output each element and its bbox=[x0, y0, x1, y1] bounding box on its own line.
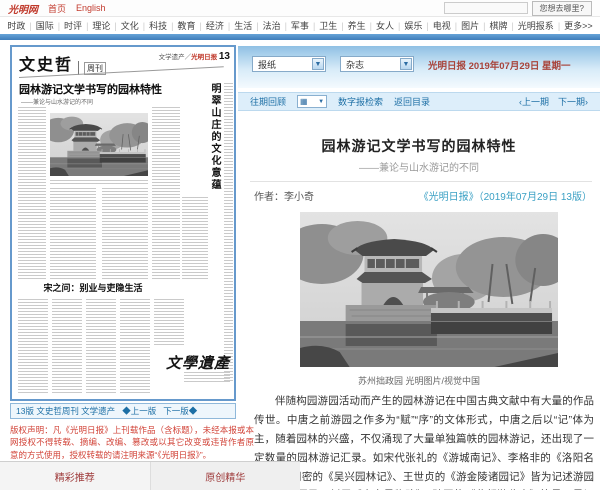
nav-guoji[interactable]: 国际 bbox=[25, 19, 53, 32]
chevron-down-icon: ▼ bbox=[400, 58, 412, 70]
back-issue-date-select[interactable]: ▦ ▼ bbox=[297, 95, 327, 108]
newsprint-column bbox=[18, 107, 46, 279]
chevron-down-icon: ▼ bbox=[318, 99, 324, 105]
article-author: 作者：李小奇 bbox=[254, 188, 314, 203]
newsprint-column bbox=[50, 188, 96, 279]
nav-nvren[interactable]: 女人 bbox=[366, 19, 394, 32]
article-title: 园林游记文学书写的园林特性 bbox=[238, 136, 600, 156]
newsprint-column bbox=[182, 197, 208, 281]
prev-issue-link[interactable]: ‹上一期 bbox=[519, 95, 549, 108]
nav-lilun[interactable]: 理论 bbox=[82, 19, 110, 32]
tab-originals[interactable]: 原创精华 bbox=[151, 462, 301, 490]
paper-select-value: 报纸 bbox=[258, 58, 276, 71]
reader-header-band: 报纸 ▼ 杂志 ▼ 光明日报 2019年07月29日 星期一 bbox=[238, 46, 600, 88]
magazine-type-select[interactable]: 杂志 ▼ bbox=[340, 56, 414, 72]
goto-input[interactable] bbox=[444, 2, 528, 14]
article-subtitle: ——兼论与山水游记的不同 bbox=[238, 159, 600, 174]
back-issues-link[interactable]: 往期回顾 bbox=[250, 95, 286, 108]
top-bar: 光明网 首页 English 您想去哪里? bbox=[0, 0, 600, 17]
calendar-icon: ▦ bbox=[300, 97, 308, 106]
newsprint-caption bbox=[50, 180, 148, 184]
nav-yule[interactable]: 娱乐 bbox=[394, 19, 422, 32]
newsprint-column bbox=[154, 299, 184, 347]
chevron-down-icon: ▼ bbox=[312, 58, 324, 70]
nav-more[interactable]: 更多>> bbox=[554, 19, 593, 32]
english-link[interactable]: English bbox=[76, 3, 106, 13]
thumbnail-photo bbox=[50, 113, 148, 176]
nav-dianshi[interactable]: 电视 bbox=[422, 19, 450, 32]
article-meta-row: 作者：李小奇 《光明日报》（2019年07月29日 13版） bbox=[254, 188, 592, 203]
nav-weisheng[interactable]: 卫生 bbox=[309, 19, 337, 32]
goto-button[interactable]: 您想去哪里? bbox=[532, 1, 592, 16]
corner-page-number: 13 bbox=[219, 51, 230, 62]
main-nav: 时政 国际 时评 理论 文化 科技 教育 经济 生活 法治 军事 卫生 养生 女… bbox=[0, 18, 600, 33]
thumbnail-masthead: 文史哲 周刊 bbox=[19, 51, 106, 75]
digital-search-link[interactable]: 数字报检索 bbox=[338, 95, 383, 108]
prev-page-link[interactable]: ◆上一版 bbox=[122, 405, 156, 417]
thumbnail-corner-info: 文学遗产／光明日报 13 bbox=[159, 50, 230, 64]
thumbnail-vertical-headline: 明翠山庄的文化意蕴 bbox=[207, 83, 222, 191]
photo-caption: 苏州拙政园 光明图片/视觉中国 bbox=[238, 374, 600, 387]
article-source: 《光明日报》（2019年07月29日 13版） bbox=[419, 188, 592, 203]
nav-keji[interactable]: 科技 bbox=[139, 19, 167, 32]
nav-yangsheng[interactable]: 养生 bbox=[337, 19, 365, 32]
nav-qipai[interactable]: 棋牌 bbox=[479, 19, 507, 32]
article-paragraph: 伴随构园游园活动而产生的园林游记在中国古典文献中有大量的作品传世。中唐之前游园之… bbox=[254, 392, 594, 490]
article-body: 伴随构园游园活动而产生的园林游记在中国古典文献中有大量的作品传世。中唐之前游园之… bbox=[254, 392, 594, 490]
next-page-link[interactable]: 下一版◆ bbox=[163, 405, 197, 417]
newsprint-column bbox=[86, 299, 116, 393]
newsprint-column bbox=[18, 299, 48, 393]
literary-heritage-calligraphy: 文學遺產 bbox=[166, 352, 230, 373]
home-link[interactable]: 首页 bbox=[48, 2, 66, 15]
page-pager-bar: 13版 文史哲周刊 文学遗产 ◆上一版 下一版◆ bbox=[10, 403, 236, 419]
thumbnail-subhead: ——兼论与山水游记的不同 bbox=[21, 97, 93, 106]
nav-junshi[interactable]: 军事 bbox=[281, 19, 309, 32]
nav-tupian[interactable]: 图片 bbox=[451, 19, 479, 32]
nav-shenghuo[interactable]: 生活 bbox=[224, 19, 252, 32]
issue-date-label: 光明日报 2019年07月29日 星期一 bbox=[428, 58, 571, 72]
nav-wenhua[interactable]: 文化 bbox=[110, 19, 138, 32]
magazine-select-value: 杂志 bbox=[346, 58, 364, 71]
thumbnail-second-headline: 宋之问：别业与吏隐生活 bbox=[30, 281, 156, 294]
copyright-notice: 版权声明：凡《光明日报》上刊载作品（含标题），未经本报或本网授权不得转载、摘编、… bbox=[10, 424, 254, 461]
bottom-tabs: 精彩推荐 原创精华 bbox=[0, 461, 300, 490]
newsprint-column bbox=[224, 83, 233, 383]
nav-jiaoyu[interactable]: 教育 bbox=[167, 19, 195, 32]
reader-toolbar: 往期回顾 ▦ ▼ 数字报检索 返回目录 ‹上一期 下一期› bbox=[238, 92, 600, 111]
newsprint-column bbox=[52, 299, 82, 393]
nav-shiping[interactable]: 时评 bbox=[54, 19, 82, 32]
corner-section: 文学遗产 bbox=[159, 54, 185, 61]
masthead-title: 文史哲 bbox=[19, 51, 73, 75]
article-divider bbox=[250, 181, 592, 182]
thumbnail-headline: 园林游记文学书写的园林特性 bbox=[19, 81, 179, 97]
newsprint-column bbox=[102, 188, 148, 279]
calligraphy-caption-lines bbox=[184, 372, 230, 384]
nav-jingji[interactable]: 经济 bbox=[196, 19, 224, 32]
gmw-epaper-page: 光明网 首页 English 您想去哪里? 时政 国际 时评 理论 文化 科技 … bbox=[0, 0, 600, 490]
current-page-label: 13版 文史哲周刊 文学遗产 bbox=[16, 405, 115, 417]
article-photo bbox=[300, 212, 558, 367]
nav-shizheng[interactable]: 时政 bbox=[7, 19, 25, 32]
newsprint-column bbox=[120, 299, 150, 393]
next-issue-link[interactable]: 下一期› bbox=[558, 95, 588, 108]
corner-paper-name: 光明日报 bbox=[191, 54, 217, 61]
nav-gmbaoxi[interactable]: 光明报系 bbox=[507, 19, 553, 32]
newsprint-column bbox=[152, 107, 180, 279]
tab-highlights[interactable]: 精彩推荐 bbox=[0, 462, 151, 490]
paper-type-select[interactable]: 报纸 ▼ bbox=[252, 56, 326, 72]
gmw-logo[interactable]: 光明网 bbox=[8, 1, 38, 16]
back-to-toc-link[interactable]: 返回目录 bbox=[394, 95, 430, 108]
header-divider-strip bbox=[0, 34, 600, 40]
nav-fazhi[interactable]: 法治 bbox=[252, 19, 280, 32]
newspaper-page-thumbnail[interactable]: 文史哲 周刊 文学遗产／光明日报 13 园林游记文学书写的园林特性 ——兼论与山… bbox=[10, 45, 236, 401]
